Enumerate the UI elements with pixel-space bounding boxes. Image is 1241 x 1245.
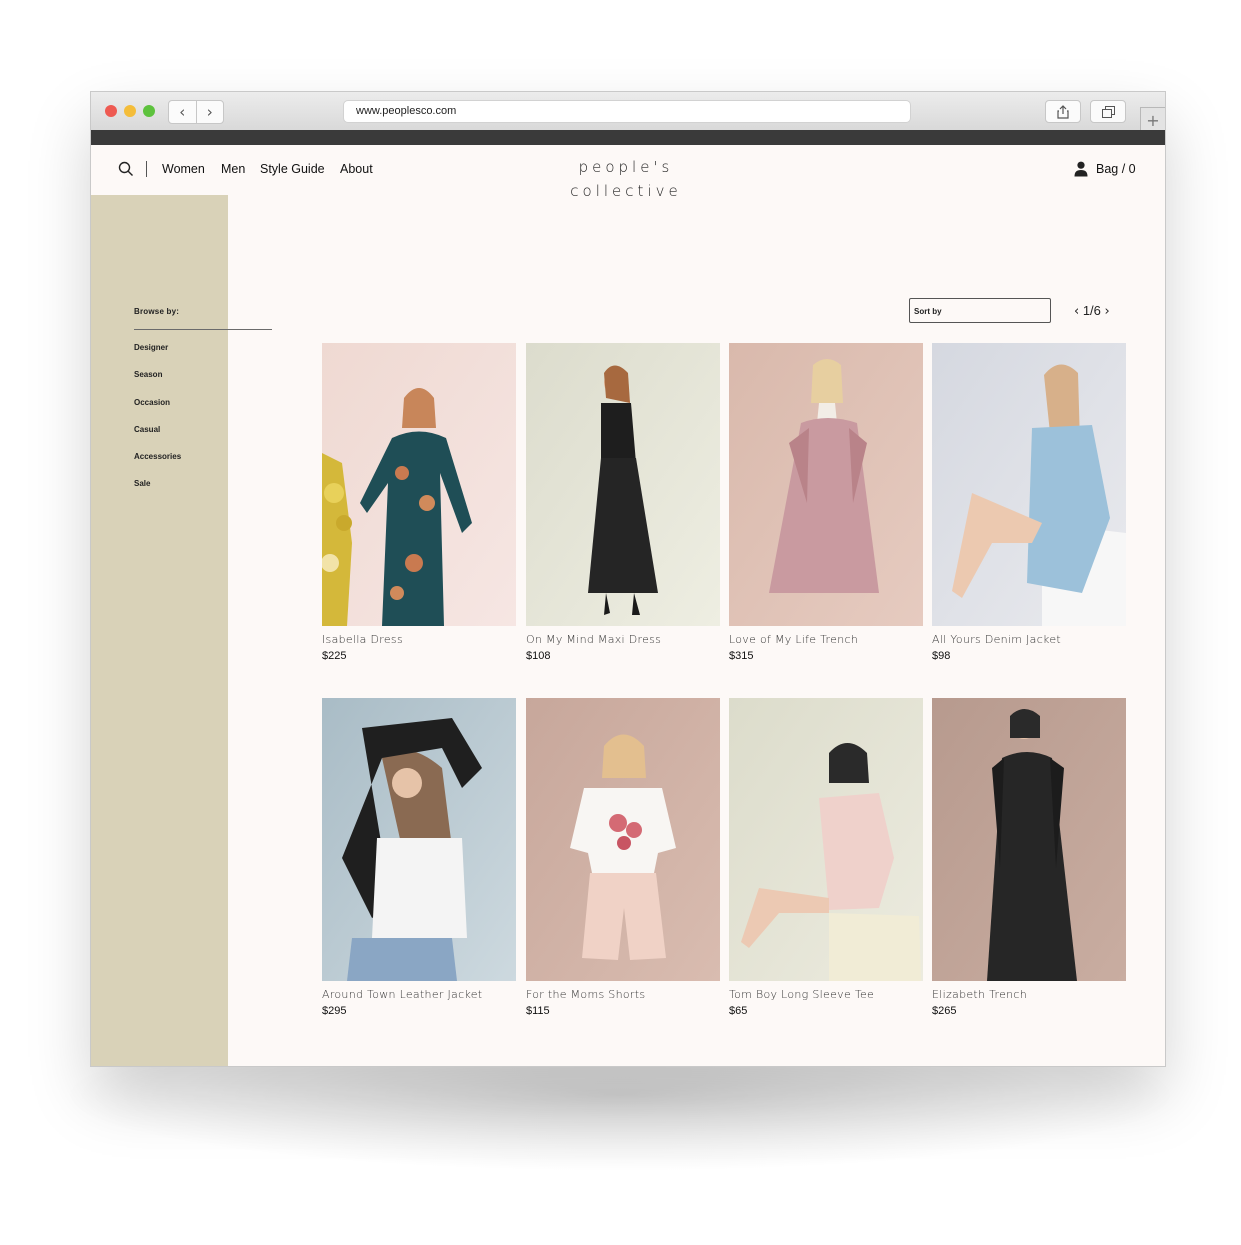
product-name[interactable]: Isabella Dress xyxy=(322,633,516,646)
chevron-left-icon: ‹ xyxy=(179,103,186,121)
product-card[interactable]: Elizabeth Trench $265 xyxy=(932,698,1126,1018)
browser-titlebar: ‹ › www.peoplesco.com + xyxy=(91,92,1165,132)
product-price: $225 xyxy=(322,650,347,662)
browse-item-sale[interactable]: Sale xyxy=(134,479,150,488)
browse-item-occasion[interactable]: Occasion xyxy=(134,398,170,407)
logo-line-2: collective xyxy=(570,182,682,200)
browse-by-heading: Browse by: xyxy=(134,307,180,316)
maximize-window-button[interactable] xyxy=(143,105,155,117)
product-price: $295 xyxy=(322,1005,347,1017)
user-icon[interactable] xyxy=(1074,161,1088,177)
product-image[interactable] xyxy=(932,343,1126,626)
product-price: $115 xyxy=(526,1005,550,1017)
header-divider xyxy=(146,161,147,177)
next-page-button[interactable]: › xyxy=(1105,304,1110,320)
product-card[interactable]: Around Town Leather Jacket $295 xyxy=(322,698,516,1018)
tabs-icon xyxy=(1101,105,1115,118)
browse-item-casual[interactable]: Casual xyxy=(134,425,160,434)
sort-by-select[interactable]: Sort by xyxy=(909,298,1051,323)
product-name[interactable]: Tom Boy Long Sleeve Tee xyxy=(729,988,923,1001)
browse-item-designer[interactable]: Designer xyxy=(134,343,168,352)
pagination: ‹ 1/6 › xyxy=(1074,303,1110,320)
address-bar[interactable]: www.peoplesco.com xyxy=(344,101,910,122)
back-button[interactable]: ‹ xyxy=(169,101,197,123)
page-indicator: 1/6 xyxy=(1082,303,1101,318)
product-card[interactable]: For the Moms Shorts $115 xyxy=(526,698,720,1018)
product-image[interactable] xyxy=(322,343,516,626)
product-price: $108 xyxy=(526,650,551,662)
product-card[interactable]: Tom Boy Long Sleeve Tee $65 xyxy=(729,698,923,1018)
product-card[interactable]: On My Mind Maxi Dress $108 xyxy=(526,343,720,663)
browser-window: ‹ › www.peoplesco.com + Women Men Style … xyxy=(91,92,1165,1066)
minimize-window-button[interactable] xyxy=(124,105,136,117)
product-name[interactable]: Love of My Life Trench xyxy=(729,633,923,646)
nav-men[interactable]: Men xyxy=(221,161,245,177)
search-icon[interactable] xyxy=(118,161,134,177)
share-icon xyxy=(1057,104,1069,119)
product-card[interactable]: Love of My Life Trench $315 xyxy=(729,343,923,663)
history-nav: ‹ › xyxy=(168,100,224,124)
product-name[interactable]: Around Town Leather Jacket xyxy=(322,988,516,1001)
product-price: $315 xyxy=(729,650,754,662)
product-price: $265 xyxy=(932,1005,957,1017)
product-image[interactable] xyxy=(729,343,923,626)
nav-about[interactable]: About xyxy=(340,161,373,177)
product-card[interactable]: Isabella Dress $225 xyxy=(322,343,516,663)
product-price: $98 xyxy=(932,650,951,662)
product-image[interactable] xyxy=(729,698,923,981)
show-tabs-button[interactable] xyxy=(1090,100,1126,123)
product-name[interactable]: For the Moms Shorts xyxy=(526,988,720,1001)
browse-item-season[interactable]: Season xyxy=(134,370,162,379)
forward-button[interactable]: › xyxy=(197,101,224,123)
browse-divider xyxy=(134,329,272,330)
nav-style-guide[interactable]: Style Guide xyxy=(260,161,325,177)
prev-page-button[interactable]: ‹ xyxy=(1074,304,1079,320)
nav-women[interactable]: Women xyxy=(162,161,205,177)
share-button[interactable] xyxy=(1045,100,1081,123)
product-image[interactable] xyxy=(526,343,720,626)
browser-toolbar-strip xyxy=(91,130,1165,145)
product-image[interactable] xyxy=(526,698,720,981)
product-price: $65 xyxy=(729,1005,748,1017)
product-name[interactable]: On My Mind Maxi Dress xyxy=(526,633,720,646)
product-image[interactable] xyxy=(932,698,1126,981)
bag-link[interactable]: Bag / 0 xyxy=(1096,161,1136,177)
product-name[interactable]: Elizabeth Trench xyxy=(932,988,1126,1001)
plus-icon: + xyxy=(1146,110,1160,130)
site-header: Women Men Style Guide About people's col… xyxy=(91,145,1165,200)
product-card[interactable]: All Yours Denim Jacket $98 xyxy=(932,343,1126,663)
sidebar-panel xyxy=(91,195,228,1066)
close-window-button[interactable] xyxy=(105,105,117,117)
browse-item-accessories[interactable]: Accessories xyxy=(134,452,181,461)
product-name[interactable]: All Yours Denim Jacket xyxy=(932,633,1126,646)
site-logo[interactable]: people's collective xyxy=(551,155,701,203)
logo-line-1: people's xyxy=(578,158,674,176)
product-image[interactable] xyxy=(322,698,516,981)
new-tab-button[interactable]: + xyxy=(1140,107,1165,132)
chevron-right-icon: › xyxy=(206,103,213,121)
